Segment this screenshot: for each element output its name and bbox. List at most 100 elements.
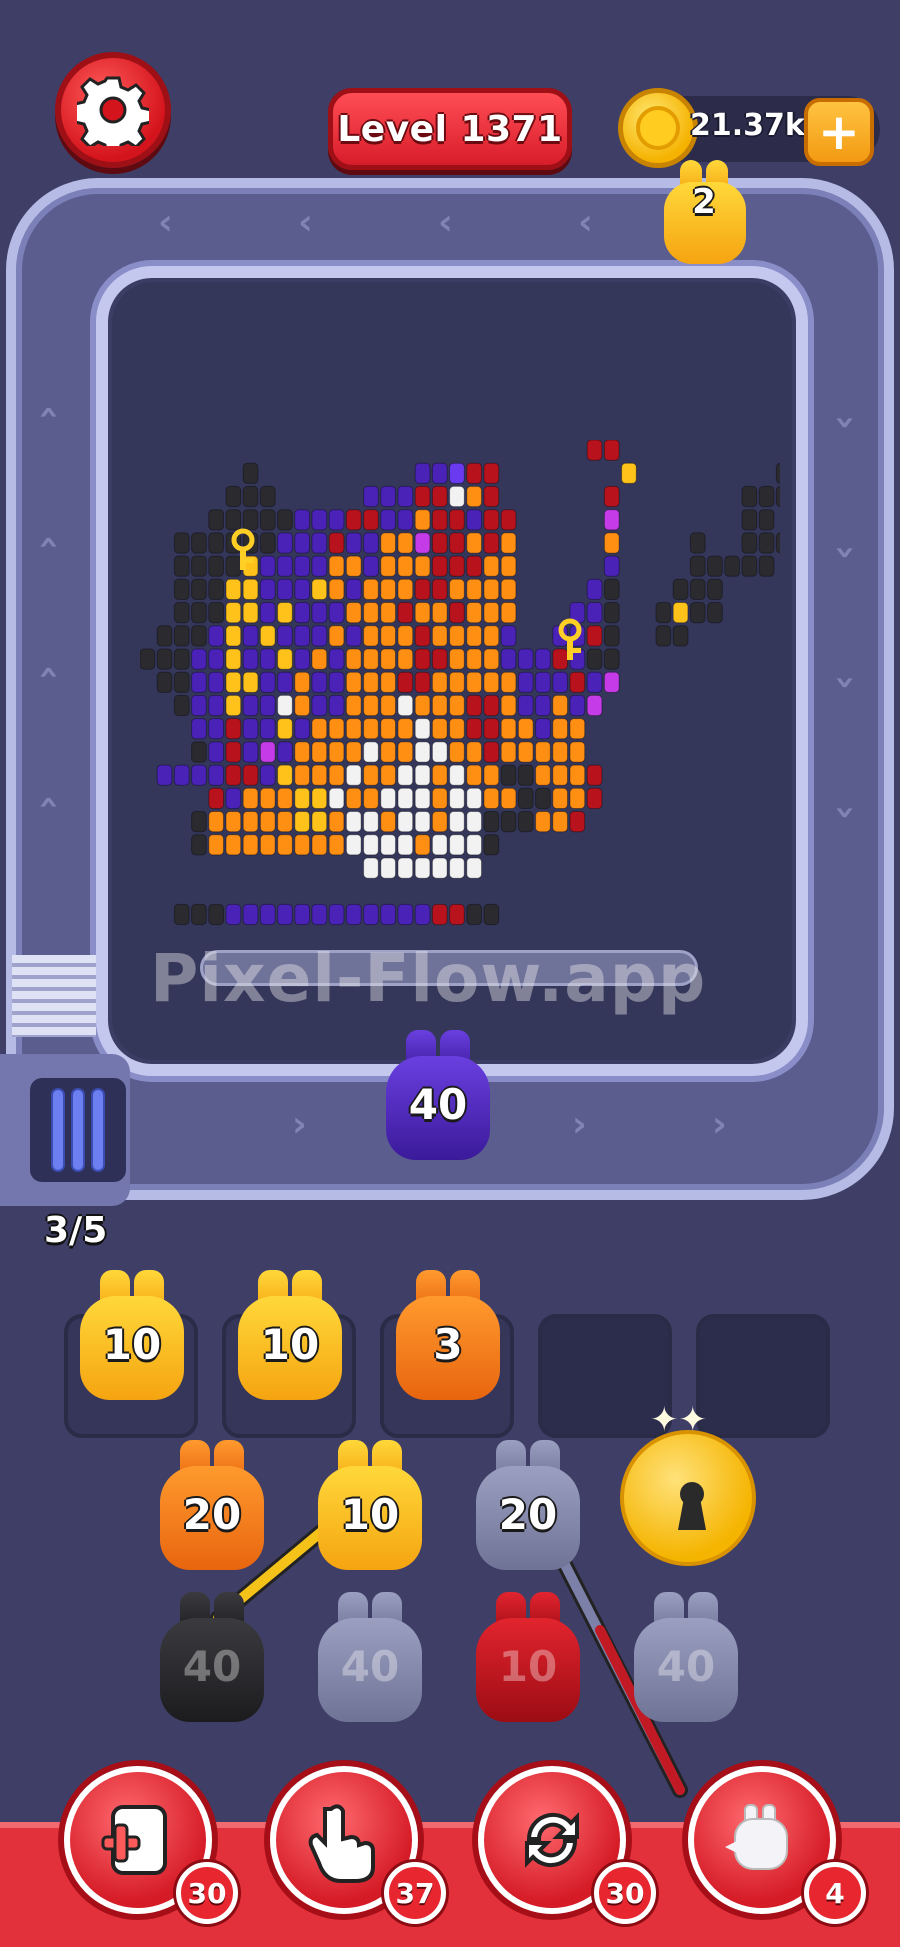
conveyor-creature-yellow[interactable]: 2 [660, 160, 748, 264]
pixel-block [431, 532, 448, 554]
arrow-right-icon: › [572, 1104, 587, 1145]
arrow-left-icon: ‹ [438, 202, 453, 243]
pixel-block [586, 578, 603, 601]
pixel-block [603, 602, 620, 624]
pixel-block [552, 718, 568, 740]
pixel-block [345, 509, 362, 531]
pixel-block [500, 787, 517, 809]
active-shooter-purple[interactable]: 40 [382, 1030, 494, 1162]
pixel-block [466, 694, 482, 717]
pixel-block [414, 903, 431, 926]
pixel-block [741, 555, 758, 577]
pixel-block [259, 555, 276, 577]
pixel-block [173, 694, 190, 717]
pixel-block [483, 834, 500, 856]
locked-key-creature[interactable] [620, 1430, 756, 1566]
arrow-down-icon: ‹ [28, 795, 70, 810]
grid-creature-gray[interactable]: 20 [472, 1440, 584, 1572]
settings-button[interactable] [55, 52, 171, 168]
level-label: Level 1371 [328, 88, 572, 170]
pixel-block [414, 718, 431, 740]
pixel-block [328, 834, 345, 856]
pixel-block [775, 462, 780, 484]
coin-icon [618, 88, 698, 168]
pixel-block [741, 532, 758, 554]
pixel-block [380, 857, 397, 879]
pixel-block [397, 694, 414, 717]
pixel-block [586, 694, 603, 717]
pixel-block [586, 602, 603, 624]
queue-slot-empty[interactable] [696, 1314, 830, 1438]
queue-creature-orange[interactable]: 3 [392, 1270, 504, 1402]
pixel-block [380, 671, 397, 693]
grid-creature-orange[interactable]: 20 [156, 1440, 268, 1572]
pixel-block [500, 578, 517, 601]
pixel-block [191, 764, 207, 786]
pixel-block [242, 787, 259, 809]
pixel-block [277, 694, 293, 717]
pixel-block [483, 625, 500, 647]
pixel-block [672, 578, 689, 601]
pixel-block [414, 811, 431, 833]
pixel-block [242, 648, 259, 670]
pixel-block [225, 741, 242, 763]
add-coins-button[interactable]: + [804, 98, 874, 166]
pixel-block [328, 625, 345, 647]
pixel-block [311, 648, 328, 670]
pixel-block [414, 555, 431, 577]
pixel-block [483, 741, 500, 763]
pixel-block [414, 671, 431, 693]
grid-creature-yellow[interactable]: 10 [314, 1440, 426, 1572]
pixel-block [672, 602, 689, 624]
pixel-block [328, 741, 345, 763]
pixel-block [259, 602, 276, 624]
pixel-block [259, 509, 276, 531]
pixel-block [277, 555, 293, 577]
pixel-block [449, 903, 465, 926]
pixel-block [259, 834, 276, 856]
pixel-block [208, 625, 225, 647]
arrow-up-icon: ‹ [822, 545, 864, 560]
pixel-block [380, 903, 397, 926]
pixel-block [517, 787, 534, 809]
pixel-block [552, 694, 568, 717]
pixel-block [363, 718, 379, 740]
pixel-block [603, 485, 620, 508]
pixel-block [397, 718, 414, 740]
hand-pointer-icon [308, 1804, 375, 1883]
pixel-block [569, 718, 586, 740]
keyhole-icon [678, 1482, 706, 1530]
add-slot-icon [101, 1805, 167, 1875]
pixel-block [363, 787, 379, 809]
pixel-block [466, 625, 482, 647]
pixel-block [363, 485, 379, 508]
pixel-block [294, 718, 311, 740]
pixel-block [345, 903, 362, 926]
queue-creature-yellow[interactable]: 10 [76, 1270, 188, 1402]
pixel-block [449, 811, 465, 833]
pixel-block [431, 648, 448, 670]
pixel-block [569, 764, 586, 786]
pixel-block [466, 462, 482, 484]
pixel-block [156, 671, 173, 693]
pixel-block [431, 671, 448, 693]
pixel-block [328, 578, 345, 601]
arrow-down-icon: ‹ [28, 665, 70, 680]
queue-creature-yellow[interactable]: 10 [234, 1270, 346, 1402]
pixel-block [191, 578, 207, 601]
sparkle-icon: ✦✦ [650, 1400, 707, 1440]
pixel-block [397, 532, 414, 554]
pixel-block [208, 834, 225, 856]
pixel-block [328, 787, 345, 809]
pixel-block [363, 811, 379, 833]
pixel-block [552, 648, 568, 670]
pixel-block [277, 602, 293, 624]
shooter-progress: 3/5 [44, 1210, 108, 1251]
pixel-block [483, 694, 500, 717]
shuffle-icon [525, 1812, 579, 1868]
pixel-block [380, 834, 397, 856]
pixel-block [449, 764, 465, 786]
pixel-block [380, 811, 397, 833]
pixel-block [449, 834, 465, 856]
pixel-block [191, 648, 207, 670]
